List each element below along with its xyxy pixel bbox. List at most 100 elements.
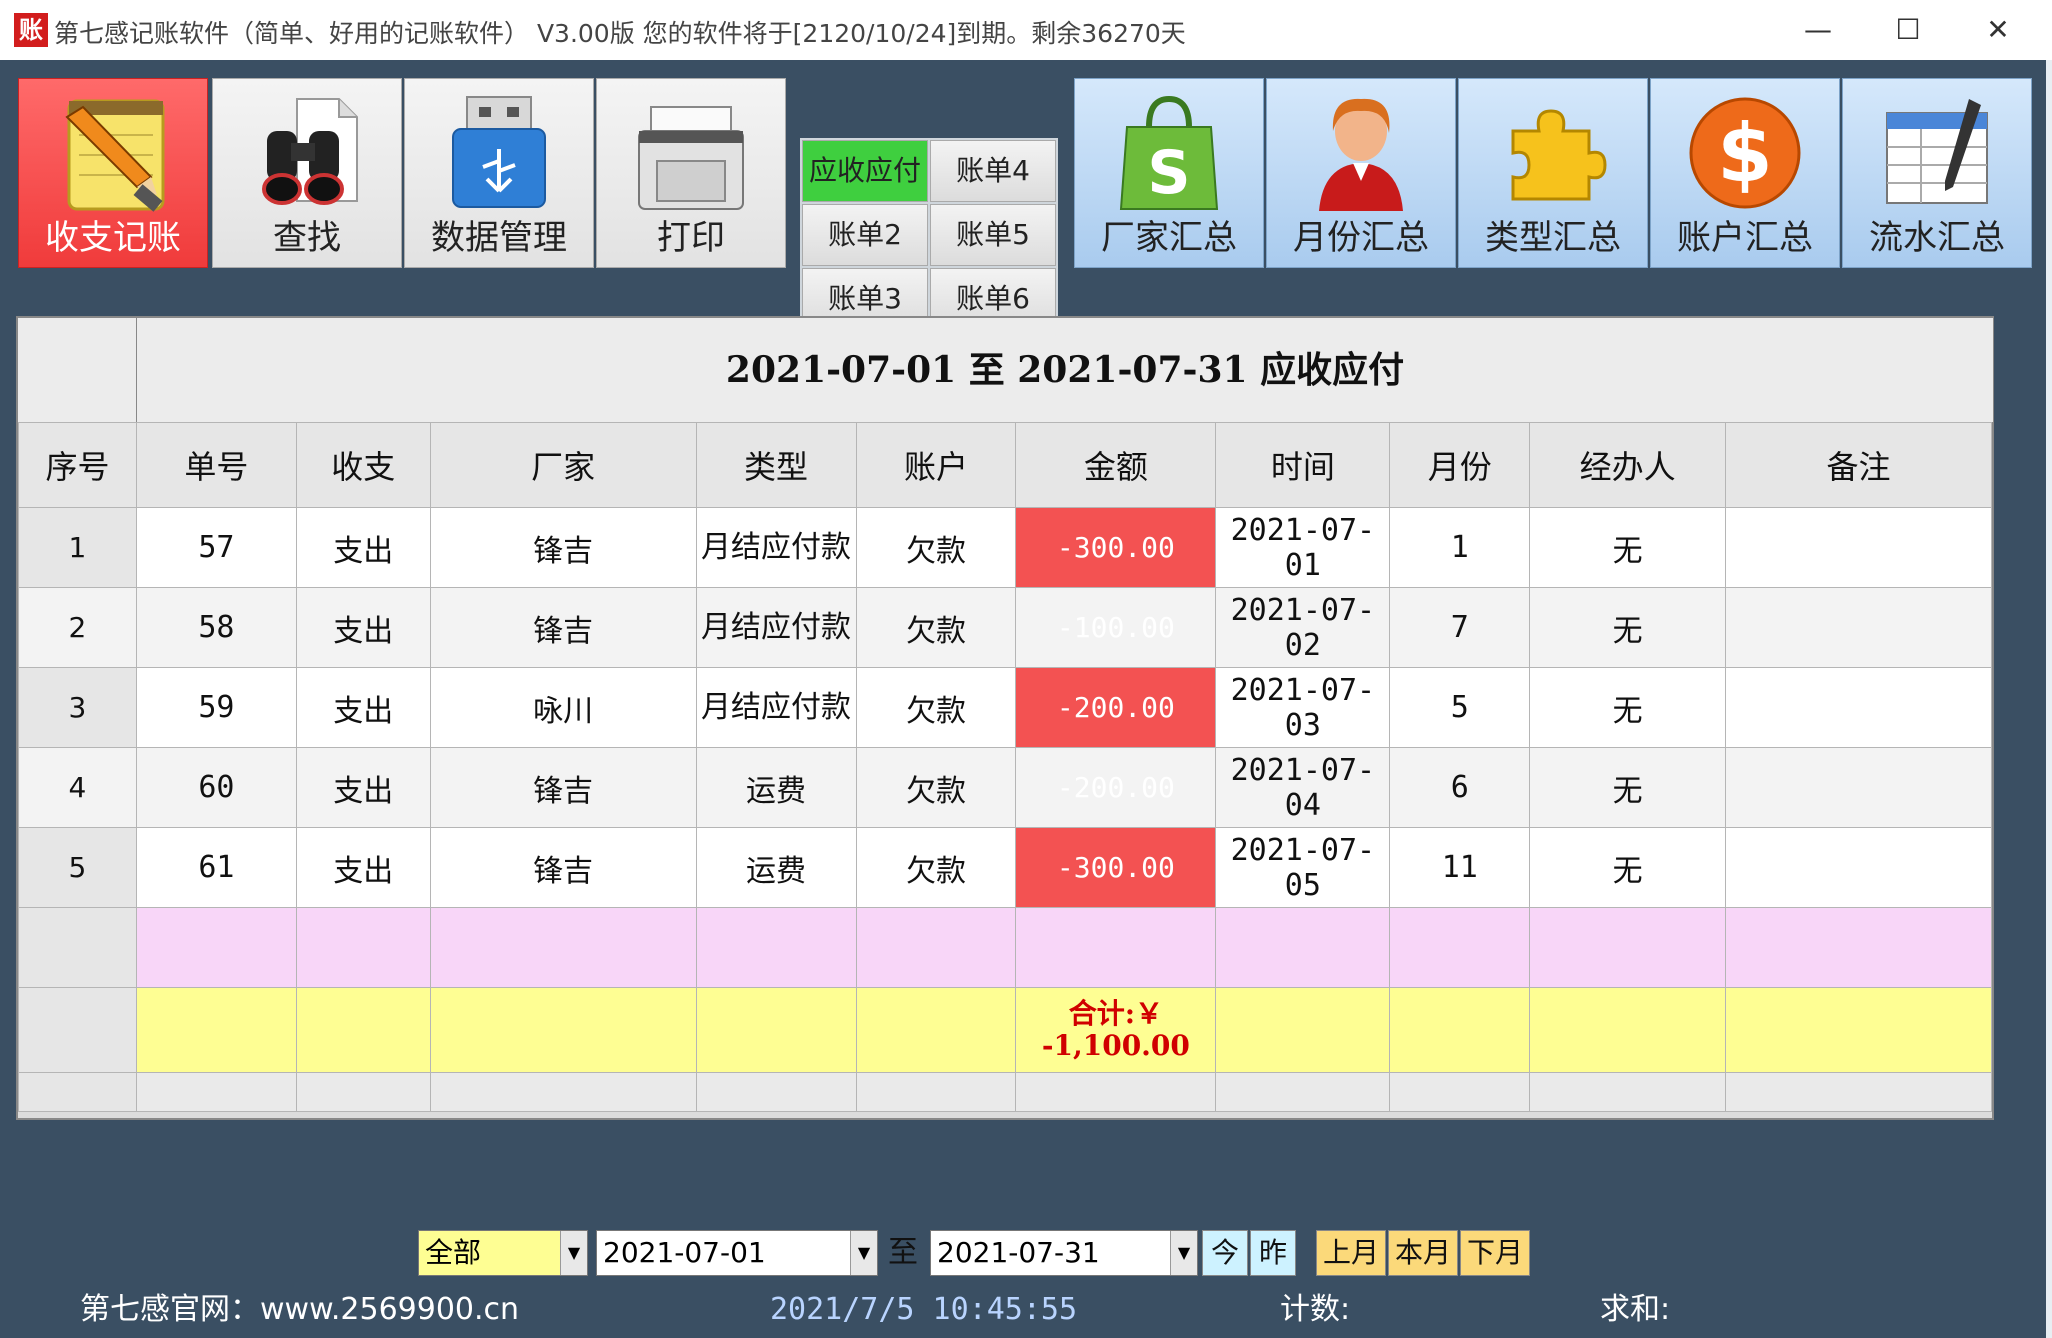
column-header[interactable]: 时间 [1215,422,1391,508]
cell-type[interactable] [695,907,857,988]
search-button[interactable]: 查找 [212,78,402,268]
row-number[interactable]: 3 [18,667,137,748]
table-row[interactable]: 5 61 支出 锋吉 运费 欠款 -300.00 2021-07-05 11 无 [18,827,1992,908]
ledger-4[interactable]: 账单4 [930,140,1056,202]
category-select[interactable]: 全部 ▼ [418,1230,588,1276]
chevron-down-icon[interactable]: ▼ [1170,1231,1197,1275]
cell-type[interactable]: 月结应付款 [695,587,857,668]
cell-income-expense[interactable]: 支出 [295,667,431,748]
ledger-2[interactable]: 账单2 [802,204,928,266]
cell-amount[interactable]: -200.00 [1015,667,1217,748]
cell-handler[interactable]: 无 [1529,827,1727,908]
column-header[interactable]: 经办人 [1529,422,1727,508]
cell-vendor[interactable]: 锋吉 [429,587,697,668]
column-header[interactable]: 类型 [695,422,857,508]
website-link[interactable]: 第七感官网：www.2569900.cn [80,1282,519,1338]
cell-income-expense[interactable]: 支出 [295,747,431,828]
cell-note[interactable] [1725,507,1992,588]
cell-amount[interactable]: -300.00 [1015,507,1217,588]
cell-account[interactable] [855,907,1017,988]
cell-type[interactable]: 月结应付款 [695,667,857,748]
chevron-down-icon[interactable]: ▼ [560,1231,587,1275]
row-number[interactable] [18,907,137,988]
table-row[interactable]: 4 60 支出 锋吉 运费 欠款 -200.00 2021-07-04 6 无 [18,747,1992,828]
ledger-5[interactable]: 账单5 [930,204,1056,266]
cell-handler[interactable]: 无 [1529,667,1727,748]
cell-type[interactable]: 运费 [695,747,857,828]
column-header[interactable]: 厂家 [429,422,697,508]
column-header[interactable]: 金额 [1015,422,1217,508]
cell-vendor[interactable]: 咏川 [429,667,697,748]
cell-vendor[interactable]: 锋吉 [429,827,697,908]
table-row[interactable]: 2 58 支出 锋吉 月结应付款 欠款 -100.00 2021-07-02 7… [18,587,1992,668]
cell-account[interactable]: 欠款 [855,587,1017,668]
cell-order-no[interactable] [135,907,297,988]
to-date-picker[interactable]: 2021-07-31 ▼ [930,1230,1198,1276]
cell-month[interactable]: 1 [1389,507,1531,588]
cell-handler[interactable]: 无 [1529,507,1727,588]
month-summary-button[interactable]: 月份汇总 [1266,78,1456,268]
cell-income-expense[interactable]: 支出 [295,507,431,588]
table-row[interactable]: 1 57 支出 锋吉 月结应付款 欠款 -300.00 2021-07-01 1… [18,507,1992,588]
account-summary-button[interactable]: $ 账户汇总 [1650,78,1840,268]
next-month-button[interactable]: 下月 [1460,1230,1530,1276]
cell-order-no[interactable]: 59 [135,667,297,748]
from-date-picker[interactable]: 2021-07-01 ▼ [596,1230,878,1276]
cell-handler[interactable] [1529,907,1727,988]
cell-amount[interactable] [1015,907,1217,988]
income-expense-button[interactable]: 收支记账 [18,78,208,268]
cell-date[interactable]: 2021-07-02 [1215,587,1391,668]
print-button[interactable]: 打印 [596,78,786,268]
cell-account[interactable]: 欠款 [855,747,1017,828]
table-row[interactable]: 3 59 支出 咏川 月结应付款 欠款 -200.00 2021-07-03 5… [18,667,1992,748]
cell-amount[interactable]: -100.00 [1015,587,1217,668]
column-header[interactable]: 收支 [295,422,431,508]
close-button[interactable]: ✕ [1958,6,2038,54]
cell-handler[interactable]: 无 [1529,747,1727,828]
column-header[interactable]: 月份 [1389,422,1531,508]
column-header[interactable]: 单号 [135,422,297,508]
cell-date[interactable]: 2021-07-03 [1215,667,1391,748]
cell-note[interactable] [1725,907,1992,988]
cell-date[interactable]: 2021-07-05 [1215,827,1391,908]
cell-note[interactable] [1725,667,1992,748]
cell-account[interactable]: 欠款 [855,667,1017,748]
cell-income-expense[interactable]: 支出 [295,827,431,908]
cell-amount[interactable]: -300.00 [1015,827,1217,908]
cell-order-no[interactable]: 57 [135,507,297,588]
maximize-button[interactable]: ☐ [1868,6,1948,54]
type-summary-button[interactable]: 类型汇总 [1458,78,1648,268]
prev-month-button[interactable]: 上月 [1316,1230,1386,1276]
new-entry-row[interactable] [18,907,1992,988]
data-management-button[interactable]: 数据管理 [404,78,594,268]
flow-summary-button[interactable]: 流水汇总 [1842,78,2032,268]
row-number[interactable]: 4 [18,747,137,828]
column-header[interactable]: 序号 [18,422,137,508]
this-month-button[interactable]: 本月 [1388,1230,1458,1276]
cell-date[interactable]: 2021-07-01 [1215,507,1391,588]
cell-note[interactable] [1725,587,1992,668]
column-header[interactable]: 账户 [855,422,1017,508]
cell-order-no[interactable]: 61 [135,827,297,908]
cell-type[interactable]: 月结应付款 [695,507,857,588]
chevron-down-icon[interactable]: ▼ [850,1231,877,1275]
cell-note[interactable] [1725,747,1992,828]
cell-month[interactable]: 7 [1389,587,1531,668]
cell-account[interactable]: 欠款 [855,507,1017,588]
yesterday-button[interactable]: 昨 [1250,1230,1296,1276]
cell-type[interactable]: 运费 [695,827,857,908]
cell-income-expense[interactable] [295,907,431,988]
row-number[interactable]: 2 [18,587,137,668]
cell-month[interactable]: 5 [1389,667,1531,748]
cell-month[interactable]: 6 [1389,747,1531,828]
minimize-button[interactable]: — [1778,6,1858,54]
cell-vendor[interactable]: 锋吉 [429,507,697,588]
cell-date[interactable]: 2021-07-04 [1215,747,1391,828]
cell-order-no[interactable]: 58 [135,587,297,668]
row-number[interactable]: 1 [18,507,137,588]
column-header[interactable]: 备注 [1725,422,1992,508]
cell-month[interactable] [1389,907,1531,988]
cell-date[interactable] [1215,907,1391,988]
cell-amount[interactable]: -200.00 [1015,747,1217,828]
cell-note[interactable] [1725,827,1992,908]
